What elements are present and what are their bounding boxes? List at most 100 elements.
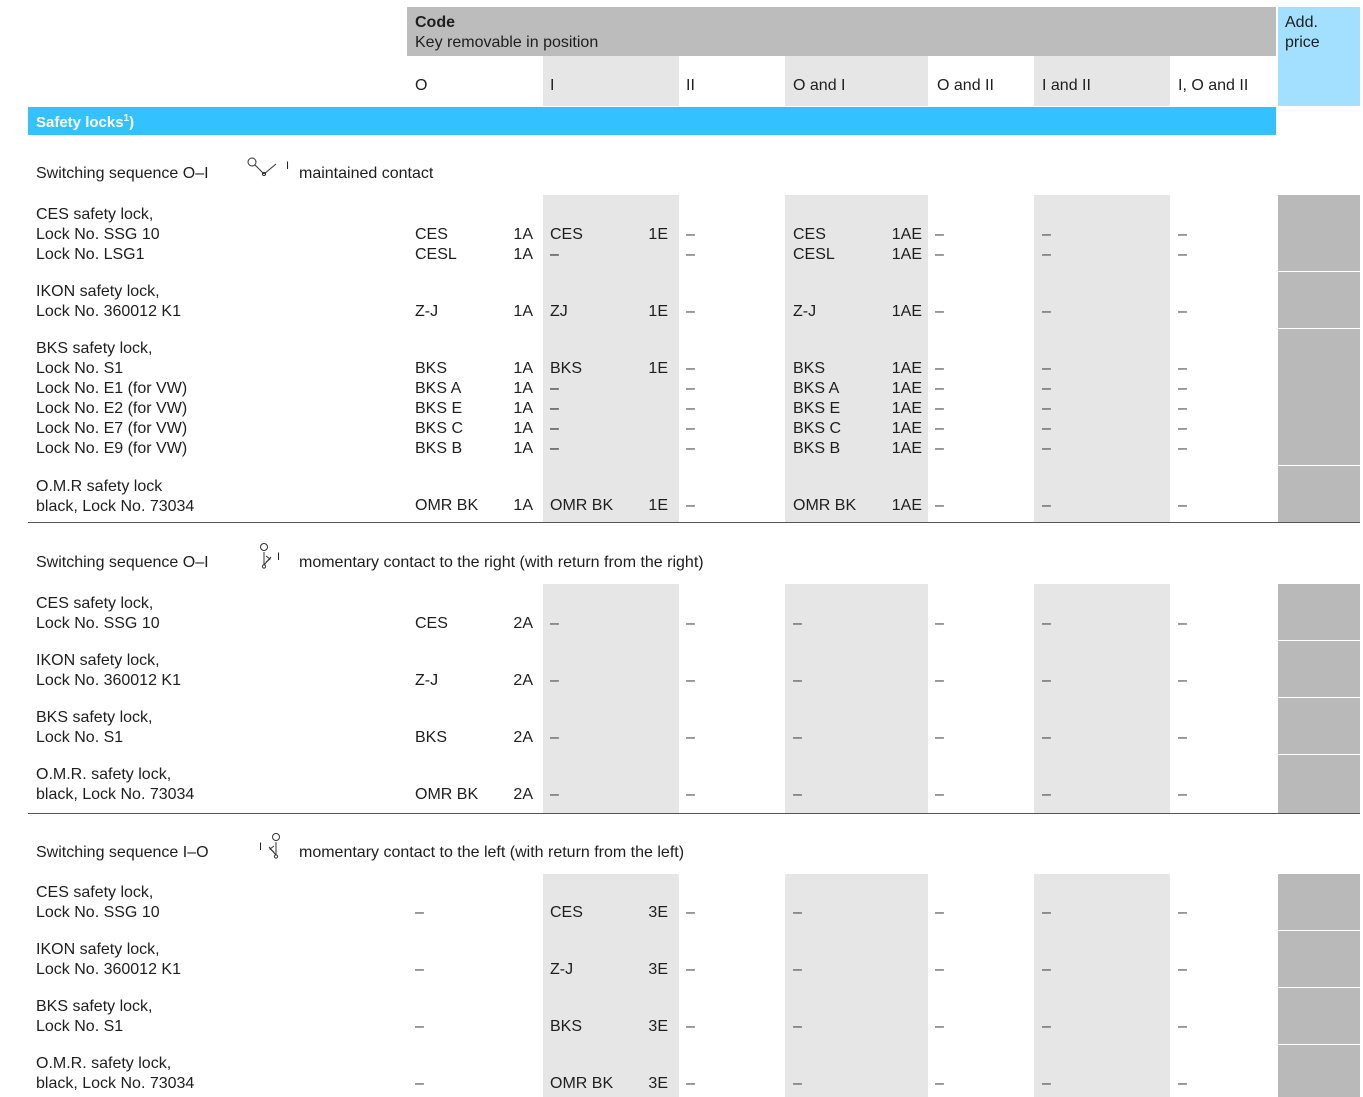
cell-oi-name: – [793,786,802,803]
g1-price-cell-3 [1278,329,1360,465]
cell-oi-name: BKS BKS A BKS E BKS C BKS B [793,360,842,457]
cell-o-name: CES CESL [415,226,457,263]
g1-sequence-prefix: Switching sequence O–I [36,165,209,182]
cell-o-name: Z-J [415,303,439,320]
cell-o-name: OMR BK [415,497,479,514]
g1-col-iii-bg [1034,195,1170,522]
cell-oii: – [935,497,944,514]
cell-i-name: – [550,729,559,746]
cell-ii: – [686,904,695,921]
cell-oii: – [935,615,944,632]
row-description: CES safety lock, Lock No. SSG 10 [36,884,160,921]
g2-symbol-label: I [277,551,281,563]
g1-price-cell-1 [1278,195,1360,271]
cell-o-name: – [415,904,424,921]
cell-o-code: 2A [513,672,533,689]
cell-i-code: 1E [648,360,668,377]
row-description: O.M.R. safety lock, black, Lock No. 7303… [36,766,195,803]
cell-ioii: – [1178,786,1187,803]
column-header-i: I [550,77,555,94]
cell-i-code: 1E [648,497,668,514]
header-col-i-bg [543,56,679,106]
cell-oi-code: 1AE [891,497,922,514]
cell-o-name: – [415,1018,424,1035]
cell-i-code: 1E [648,303,668,320]
cell-oi-code: 1AE 1AE 1AE 1AE 1AE [891,360,922,457]
section-title-text: Safety locks [36,114,124,131]
g3-price-cell-4 [1278,1045,1360,1097]
cell-ioii: – [1178,1018,1187,1035]
column-header-i-o-and-ii: I, O and II [1178,77,1249,94]
cell-i-code: 3E [648,904,668,921]
cell-i-name: – [550,615,559,632]
cell-iii: – – [1042,226,1051,263]
cell-i-name: ZJ [550,303,568,320]
cell-o-name: BKS BKS A BKS E BKS C BKS B [415,360,464,457]
g2-col-iii-bg [1034,584,1170,813]
cell-oii: – [935,729,944,746]
g2-price-cell-1 [1278,584,1360,640]
cell-iii: – [1042,961,1051,978]
cell-oi-name: CES CESL [793,226,835,263]
cell-ii: – – – – – [686,360,695,457]
g1-bottom-rule [28,522,1360,523]
cell-iii: – – – – – [1042,360,1051,457]
cell-i-name: OMR BK [550,1075,614,1092]
add-price-label: Add. price [1285,14,1320,51]
g2-sequence-suffix: momentary contact to the right (with ret… [299,554,704,571]
cell-oi-name: – [793,1075,802,1092]
momentary-left-symbol-icon [268,833,280,859]
cell-o-code: 1A 1A [513,226,533,263]
row-description: IKON safety lock, Lock No. 360012 K1 [36,652,181,689]
cell-ii: – [686,672,695,689]
cell-i-name: – [550,672,559,689]
cell-o-name: OMR BK [415,786,479,803]
cell-ioii: – [1178,672,1187,689]
cell-i-name: BKS [550,1018,583,1035]
row-description: BKS safety lock, Lock No. S1 [36,709,153,746]
cell-oi-code: 1AE 1AE [891,226,922,263]
cell-iii: – [1042,497,1051,514]
cell-oi-name: – [793,615,802,632]
cell-oii: – [935,904,944,921]
cell-o-name: – [415,1075,424,1092]
cell-oi-name: – [793,904,802,921]
cell-iii: – [1042,1075,1051,1092]
cell-ii: – [686,1018,695,1035]
cell-ii: – [686,497,695,514]
row-description: O.M.R. safety lock, black, Lock No. 7303… [36,1055,195,1092]
cell-i-code: 3E [648,961,668,978]
cell-oi-code: 1AE [891,303,922,320]
cell-iii: – [1042,672,1051,689]
cell-i-code: 3E [648,1075,668,1092]
g1-symbol-label: I [286,160,290,172]
cell-iii: – [1042,729,1051,746]
cell-ioii: – [1178,497,1187,514]
row-description: CES safety lock, Lock No. SSG 10 Lock No… [36,206,160,263]
cell-o-code: 2A [513,786,533,803]
cell-iii: – [1042,904,1051,921]
cell-oii: – [935,672,944,689]
column-header-ii: II [686,77,695,94]
cell-ioii: – [1178,303,1187,320]
cell-iii: – [1042,786,1051,803]
section-title: Safety locks1) [36,113,134,133]
g3-price-cell-2 [1278,931,1360,987]
cell-i-name: OMR BK [550,497,614,514]
cell-oii: – [935,786,944,803]
row-description: IKON safety lock, Lock No. 360012 K1 [36,283,181,320]
cell-o-code: 1A [513,303,533,320]
cell-ioii: – [1178,615,1187,632]
cell-ioii: – – [1178,226,1187,263]
cell-i-name: Z-J [550,961,574,978]
g1-price-cell-2 [1278,272,1360,328]
cell-iii: – [1042,1018,1051,1035]
column-header-o: O [415,77,428,94]
cell-ioii: – [1178,1075,1187,1092]
g3-price-cell-3 [1278,988,1360,1044]
g3-col-oi-bg [785,874,928,1097]
key-removable-label: Key removable in position [415,34,599,51]
maintained-contact-symbol-icon [247,157,277,177]
cell-oii: – [935,303,944,320]
cell-ii: – [686,786,695,803]
